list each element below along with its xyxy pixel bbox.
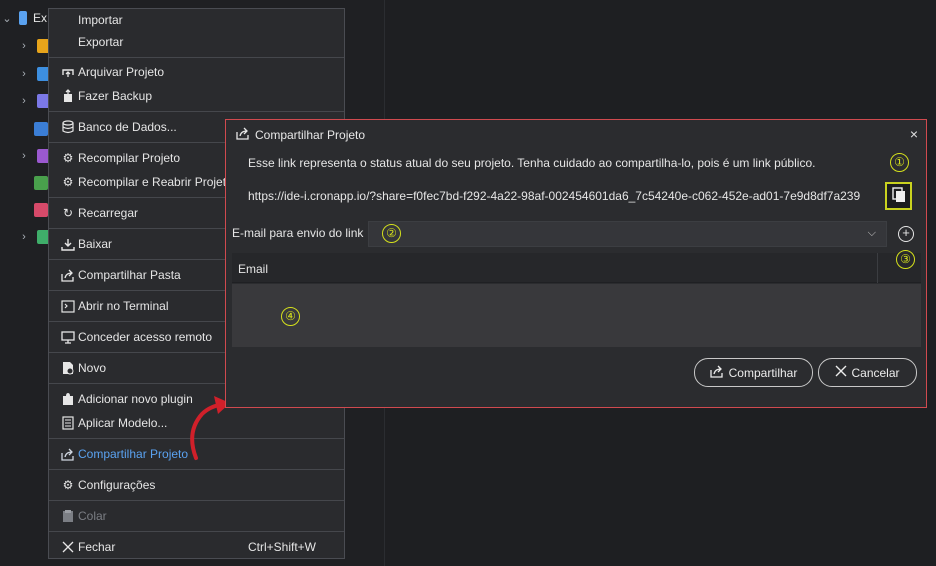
tree-root-label: Ex xyxy=(33,11,48,25)
menu-item-label: Baixar xyxy=(78,237,113,251)
share-icon xyxy=(709,365,729,381)
chevron-down-icon[interactable]: ⌵ xyxy=(868,227,876,240)
menu-divider xyxy=(49,111,344,112)
close-icon[interactable]: × xyxy=(910,126,918,142)
tree-item[interactable]: › xyxy=(0,35,51,57)
email-table-body xyxy=(232,284,921,347)
menu-divider xyxy=(49,531,344,532)
gear-icon: ⚙ xyxy=(62,478,74,492)
reload-icon: ↻ xyxy=(62,206,74,220)
marker-3: ③ xyxy=(896,250,915,269)
menu-item-label: Compartilhar Projeto xyxy=(78,447,189,461)
menu-item-label: Novo xyxy=(78,361,107,375)
menu-item-colar[interactable]: Colar xyxy=(49,505,344,527)
menu-divider xyxy=(49,500,344,501)
menu-item-label: Banco de Dados... xyxy=(78,120,177,134)
share-icon xyxy=(59,267,77,283)
backup-icon xyxy=(59,88,77,104)
menu-item-fazer-backup[interactable]: Fazer Backup xyxy=(49,85,344,107)
chevron-down-icon[interactable]: ⌄ xyxy=(0,12,14,25)
add-email-button[interactable]: + xyxy=(898,226,914,242)
archive-icon xyxy=(59,64,77,80)
menu-item-label: Fazer Backup xyxy=(78,89,153,103)
monitor-icon xyxy=(59,329,77,345)
marker-2: ② xyxy=(382,224,401,243)
tree-item[interactable]: › xyxy=(0,226,51,248)
chevron-right-icon[interactable]: › xyxy=(17,40,31,52)
cancel-button[interactable]: Cancelar xyxy=(818,358,917,387)
close-icon xyxy=(59,539,77,555)
menu-item-label: Aplicar Modelo... xyxy=(78,416,168,430)
menu-item-exportar[interactable]: Exportar xyxy=(49,31,344,53)
puzzle-icon xyxy=(59,391,77,407)
menu-item-fechar[interactable]: Fechar Ctrl+Shift+W xyxy=(49,536,344,558)
marker-1: ① xyxy=(890,153,909,172)
chevron-right-icon[interactable]: › xyxy=(17,95,31,107)
shortcut-label: Ctrl+Shift+W xyxy=(247,540,316,554)
menu-divider xyxy=(49,469,344,470)
share-button-label: Compartilhar xyxy=(728,365,798,380)
checklist-icon xyxy=(34,203,48,217)
email-table-header: Email xyxy=(232,253,921,283)
email-table: Email xyxy=(232,253,921,347)
cancel-button-label: Cancelar xyxy=(851,365,900,380)
chevron-right-icon[interactable]: › xyxy=(17,68,31,80)
email-column-header: Email xyxy=(238,262,269,276)
menu-item-label: Fechar xyxy=(78,540,116,554)
tree-item[interactable]: › xyxy=(0,63,51,85)
share-icon xyxy=(59,446,77,462)
blocks-icon xyxy=(34,176,48,190)
new-file-icon xyxy=(59,360,77,376)
menu-item-label: Recarregar xyxy=(78,206,139,220)
project-icon xyxy=(19,11,27,25)
menu-item-label: Configurações xyxy=(78,478,156,492)
palette-icon xyxy=(34,122,48,136)
share-button[interactable]: Compartilhar xyxy=(694,358,813,387)
chevron-right-icon[interactable]: › xyxy=(17,150,31,162)
email-select[interactable]: ⌵ xyxy=(368,221,887,247)
terminal-icon xyxy=(59,298,77,314)
menu-divider xyxy=(49,57,344,58)
dialog-title-label: Compartilhar Projeto xyxy=(255,128,366,142)
tree-item[interactable] xyxy=(0,118,48,140)
menu-item-label: Exportar xyxy=(78,35,124,49)
menu-item-importar[interactable]: Importar xyxy=(49,9,344,31)
menu-item-label: Recompilar Projeto xyxy=(78,151,181,165)
share-icon xyxy=(236,127,255,143)
close-icon xyxy=(835,365,851,380)
email-field-label: E-mail para envio do link xyxy=(232,226,364,240)
tree-item[interactable] xyxy=(0,199,48,221)
tree-item[interactable]: › xyxy=(0,90,51,112)
menu-item-arquivar-projeto[interactable]: Arquivar Projeto xyxy=(49,61,344,83)
gears-icon: ⚙ xyxy=(62,151,74,165)
share-link: https://ide-i.cronapp.io/?share=f0fec7bd… xyxy=(248,189,861,203)
menu-item-label: Compartilhar Pasta xyxy=(78,268,181,282)
share-project-dialog: Compartilhar Projeto × Esse link represe… xyxy=(225,119,927,408)
menu-item-label: Conceder acesso remoto xyxy=(78,330,213,344)
menu-item-label: Recompilar e Reabrir Projeto xyxy=(78,175,233,189)
menu-item-configuracoes[interactable]: ⚙ Configurações xyxy=(49,474,344,496)
menu-item-label: Adicionar novo plugin xyxy=(78,392,193,406)
tree-item[interactable]: › xyxy=(0,145,51,167)
download-icon xyxy=(59,236,77,252)
column-divider xyxy=(877,253,878,283)
menu-item-label: Abrir no Terminal xyxy=(78,299,169,313)
tree-root-row[interactable]: ⌄ Ex xyxy=(0,7,47,29)
paste-icon xyxy=(59,508,77,524)
menu-item-label: Arquivar Projeto xyxy=(78,65,165,79)
database-icon xyxy=(59,119,77,135)
chevron-right-icon[interactable]: › xyxy=(17,231,31,243)
dialog-title: Compartilhar Projeto xyxy=(236,127,365,143)
menu-item-label: Colar xyxy=(78,509,107,523)
copy-link-button[interactable] xyxy=(885,182,912,210)
menu-item-label: Importar xyxy=(78,13,123,27)
tree-item[interactable] xyxy=(0,172,48,194)
copy-icon xyxy=(891,186,906,206)
gears-icon: ⚙ xyxy=(62,175,74,189)
marker-4: ④ xyxy=(281,307,300,326)
dialog-description: Esse link representa o status atual do s… xyxy=(248,156,816,170)
template-icon xyxy=(59,415,77,431)
